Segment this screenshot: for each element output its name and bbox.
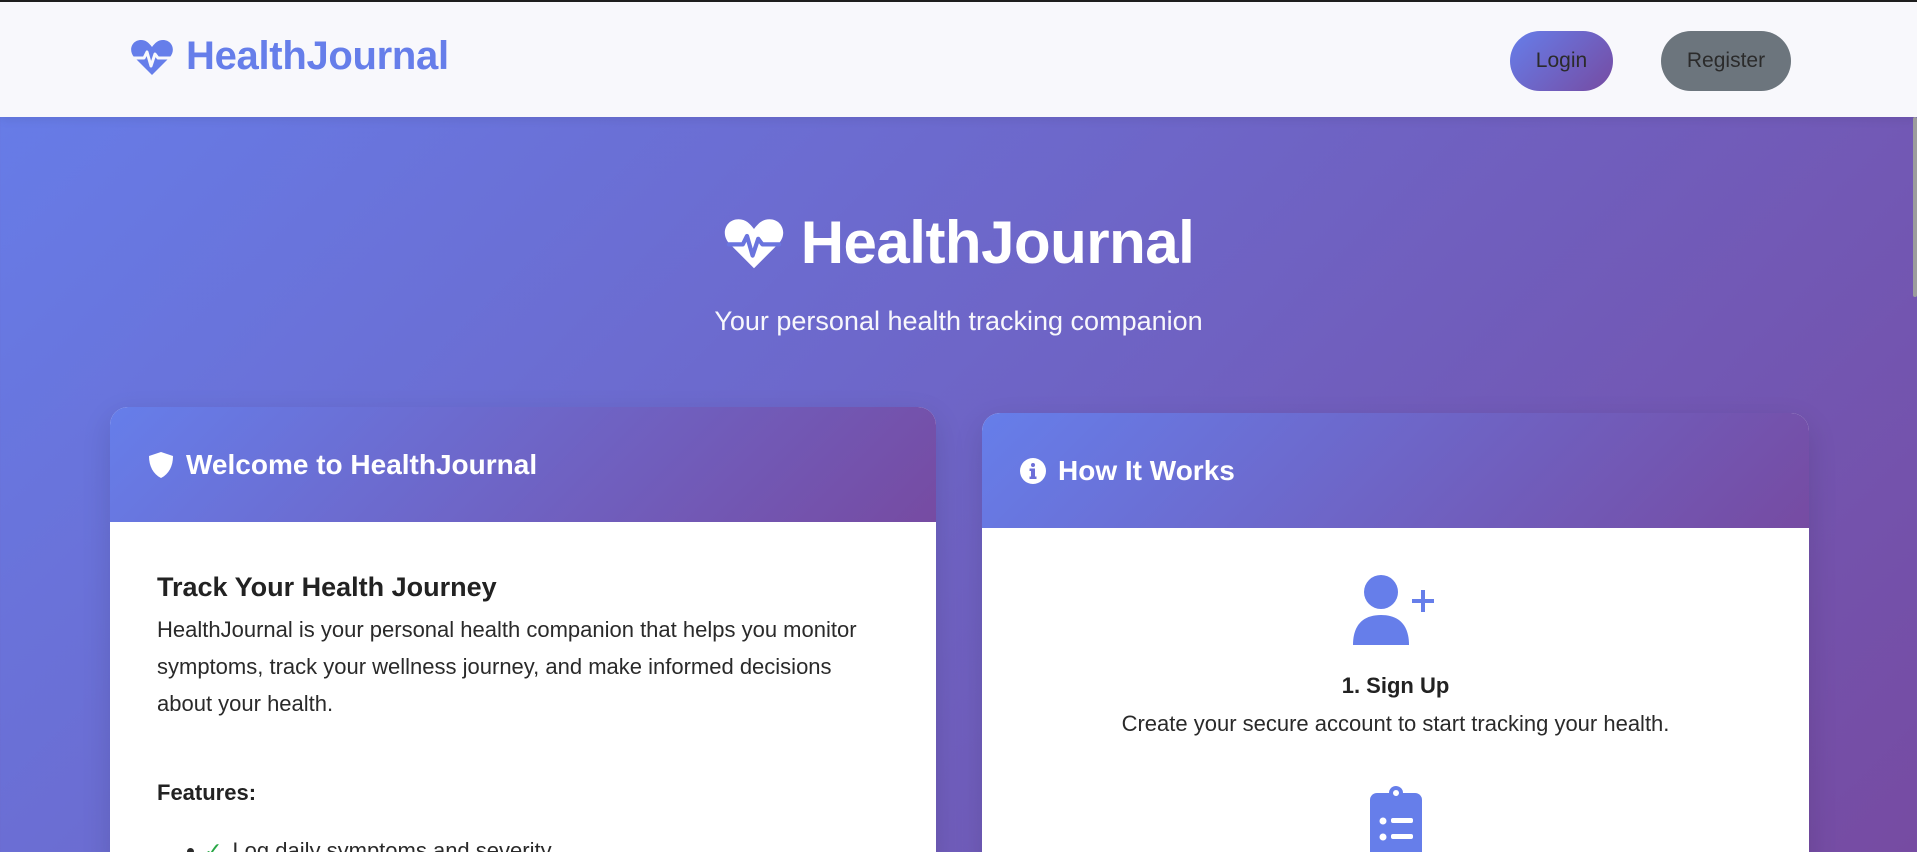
user-plus-icon xyxy=(1352,575,1434,645)
welcome-heading: Track Your Health Journey xyxy=(157,572,497,602)
check-icon: ✓ xyxy=(204,838,223,852)
brand-name: HealthJournal xyxy=(186,34,449,78)
hero-subtitle: Your personal health tracking companion xyxy=(714,306,1203,336)
bullet-icon xyxy=(187,847,194,852)
how-it-works-card: How It Works 1. Sign Up Create your secu… xyxy=(982,413,1809,852)
welcome-card-title: Welcome to HealthJournal xyxy=(186,448,538,480)
welcome-paragraph: HealthJournal is your personal health co… xyxy=(157,617,857,716)
welcome-card: Welcome to HealthJournal Track Your Heal… xyxy=(110,407,936,852)
hero-title-text: HealthJournal xyxy=(800,209,1195,276)
list-item: ✓ Log daily symptoms and severity xyxy=(187,838,888,852)
how-it-works-body: 1. Sign Up Create your secure account to… xyxy=(982,528,1809,852)
navbar: HealthJournal Login Register xyxy=(0,2,1917,117)
step-description: Create your secure account to start trac… xyxy=(1121,711,1670,736)
features-label: Features: xyxy=(157,780,257,805)
welcome-card-header: Welcome to HealthJournal xyxy=(110,407,936,522)
heartbeat-icon xyxy=(724,218,783,268)
how-it-works-header: How It Works xyxy=(982,413,1809,528)
register-button[interactable]: Register xyxy=(1661,31,1791,91)
shield-icon xyxy=(149,451,173,478)
heartbeat-icon xyxy=(131,39,173,75)
scrollbar-thumb[interactable] xyxy=(1913,117,1917,297)
step-title: 1. Sign Up xyxy=(1341,673,1450,698)
how-it-works-title: How It Works xyxy=(1058,454,1235,486)
hero-title: HealthJournal xyxy=(0,208,1917,277)
clipboard-list-icon xyxy=(1369,786,1422,852)
login-button[interactable]: Login xyxy=(1510,31,1613,91)
feature-text: Log daily symptoms and severity xyxy=(232,838,552,852)
info-circle-icon xyxy=(1020,457,1046,484)
welcome-card-body: Track Your Health Journey HealthJournal … xyxy=(110,522,936,852)
navbar-brand[interactable]: HealthJournal xyxy=(130,34,449,79)
features-list: ✓ Log daily symptoms and severity xyxy=(157,838,888,852)
